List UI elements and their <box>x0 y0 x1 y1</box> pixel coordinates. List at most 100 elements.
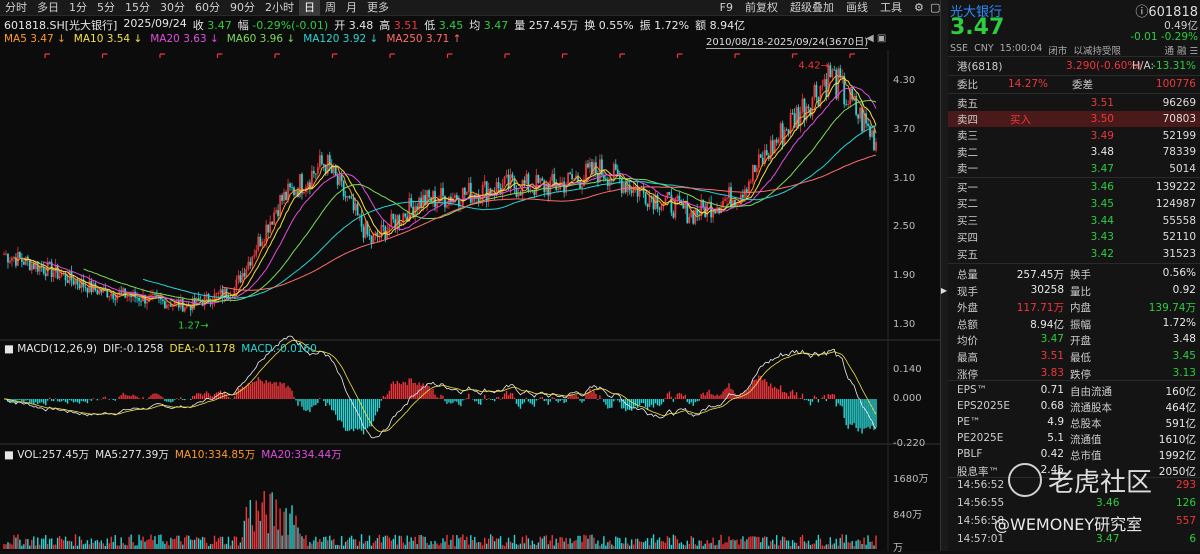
hk-row[interactable]: 港(6818) 3.290(-0.60%) H/A: -13.31% <box>948 58 1200 74</box>
candle-body <box>694 209 697 224</box>
candle-body <box>668 192 671 196</box>
year-marker <box>504 53 510 58</box>
candle-body <box>873 130 875 151</box>
candle-body <box>150 294 152 296</box>
price-tick: 1.90 <box>893 270 916 281</box>
candle-body <box>295 191 297 196</box>
macd-tick: -0.220 <box>893 438 926 449</box>
candle-body <box>66 280 69 283</box>
chart-area[interactable]: 分时 多日 1分 5分 15分 30分 60分 90分 2小时日周月更多 F9 前复权 超级叠加 画线工… <box>0 0 940 554</box>
bid-row[interactable]: 买二 3.45 124987 <box>948 196 1200 212</box>
ask-row[interactable]: 卖四 买入 3.50 70803 <box>948 111 1200 128</box>
fundamental-row: EPS™ 0.71 自由流通 160亿 <box>957 384 1196 398</box>
stat-row: 均价 3.47 开盘 3.48 <box>957 333 1196 348</box>
candle-body <box>237 275 240 280</box>
candle-body <box>263 241 266 243</box>
price-tick: 3.70 <box>893 124 916 135</box>
fundamental-row: PE2025E 5.1 流通值 1610亿 <box>957 432 1196 446</box>
ask-row[interactable]: 卖二 3.48 78339 <box>948 144 1200 160</box>
candle-body <box>829 65 832 78</box>
candle-body <box>30 263 33 271</box>
candle-body <box>219 289 222 294</box>
candle-body <box>660 205 663 210</box>
candle-body <box>17 252 19 266</box>
vol-tick: 840万 <box>893 510 923 521</box>
candle-body <box>859 107 862 119</box>
candle-body <box>60 274 63 276</box>
ask-row[interactable]: 卖五 3.51 96269 <box>948 95 1200 111</box>
candle-body <box>648 195 651 207</box>
candle-body <box>865 113 867 124</box>
candle-body <box>553 174 556 184</box>
candle-body <box>18 252 21 258</box>
candle-body <box>78 284 81 289</box>
collapse-arrow-icon[interactable]: ▶ <box>940 286 948 295</box>
candle-body <box>72 280 75 285</box>
candle-body <box>86 287 89 293</box>
macd-title: ■ MACD(12,26,9) <box>4 343 98 355</box>
candle-body <box>410 198 413 207</box>
candle-body <box>249 261 252 266</box>
candle-body <box>511 174 514 179</box>
candle-body <box>672 212 675 218</box>
candle-body <box>527 173 530 192</box>
year-marker <box>216 53 223 58</box>
bid-row[interactable]: 买三 3.44 55558 <box>948 213 1200 229</box>
candle-body <box>130 295 133 297</box>
ask-row[interactable]: 卖一 3.47 5014 <box>948 161 1200 177</box>
bid-row[interactable]: 买五 3.42 31523 <box>948 246 1200 262</box>
candle-body <box>84 286 87 288</box>
candle-body <box>291 187 293 189</box>
watermark-text: 老虎社区 <box>1048 468 1153 498</box>
candle-body <box>245 269 248 277</box>
bid-row[interactable]: 买一 3.46 139222 <box>948 179 1200 195</box>
candle-body <box>539 178 542 183</box>
candle-body <box>48 261 51 263</box>
macd-legend: ■ MACD(12,26,9) DIF:-0.1258 DEA:-0.1178 … <box>4 343 317 355</box>
vol-ma20: MA20:334.44万 <box>261 449 342 461</box>
candle-body <box>316 167 319 174</box>
year-marker <box>331 53 338 58</box>
candle-body <box>646 203 649 207</box>
candle-body <box>765 150 768 156</box>
candle-body <box>869 125 871 137</box>
candle-body <box>730 187 732 208</box>
candle-body <box>803 98 806 121</box>
candle-body <box>392 213 395 220</box>
candle-body <box>442 188 444 196</box>
candle-body <box>388 226 391 231</box>
candle-body <box>461 187 464 206</box>
panel-divider[interactable] <box>940 0 948 551</box>
macd-tick: 0.140 <box>893 364 922 375</box>
candle-body <box>243 273 246 277</box>
ask-row[interactable]: 卖三 3.49 52199 <box>948 128 1200 144</box>
market-status: SSE CNY 15:00:04 闭市 以减持受限 <box>950 43 1121 57</box>
candle-body <box>785 129 788 131</box>
candle-body <box>275 210 278 213</box>
candle-body <box>320 155 323 165</box>
candle-body <box>255 250 258 256</box>
kline-chart[interactable]: 4.42→ 1.27→ <box>0 0 940 551</box>
candle-body <box>533 190 536 195</box>
candle-body <box>821 85 824 87</box>
bid-row[interactable]: 买四 3.43 52110 <box>948 229 1200 245</box>
candle-body <box>346 196 349 198</box>
candle-body <box>289 183 291 188</box>
candle-body <box>420 197 423 208</box>
candle-body <box>831 69 834 78</box>
candle-body <box>436 202 438 207</box>
candle-body <box>368 234 371 237</box>
candle-body <box>273 212 276 225</box>
candle-body <box>163 300 166 309</box>
candle-body <box>314 173 317 175</box>
candle-body <box>535 175 538 195</box>
candle-body <box>269 221 272 233</box>
candle-body <box>352 198 355 211</box>
candle-body <box>96 290 99 295</box>
high-annotation: 4.42→ <box>798 60 829 71</box>
stat-row: 总量 257.45万 换手 0.56% <box>957 267 1196 281</box>
candle-body <box>279 195 282 217</box>
candle-body <box>440 188 442 201</box>
candle-body <box>712 211 715 218</box>
candle-body <box>434 191 436 207</box>
